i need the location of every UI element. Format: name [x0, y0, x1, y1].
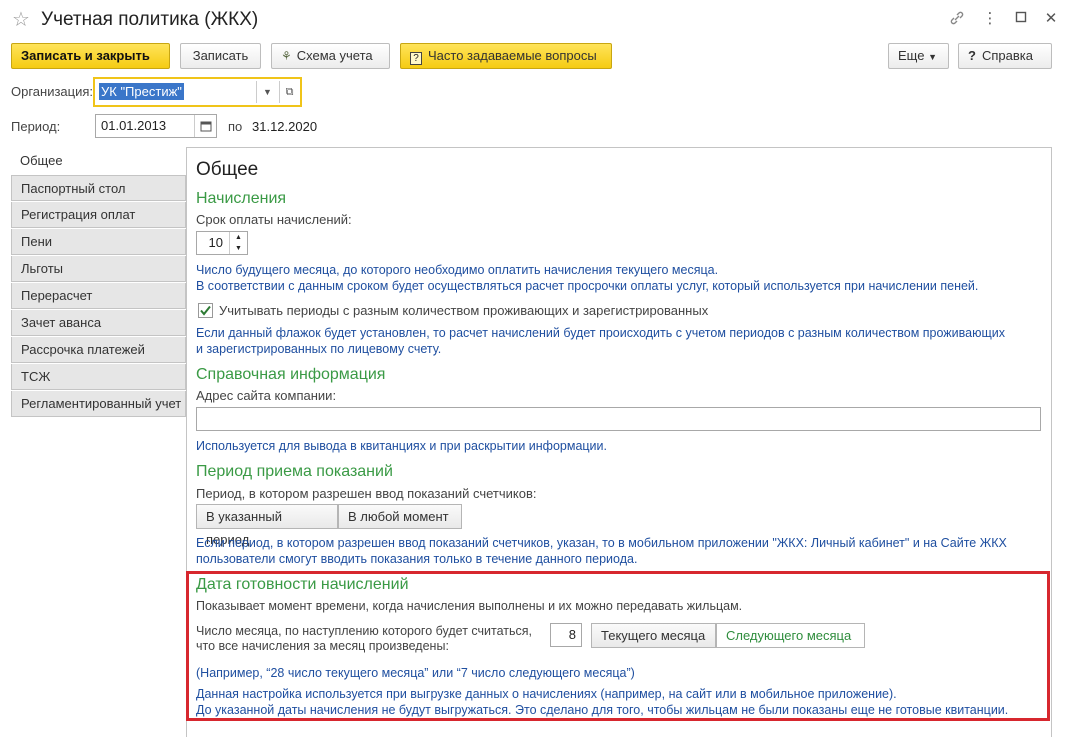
more-menu-button[interactable]: Еще ▼	[888, 43, 949, 69]
period-from-input[interactable]: 01.01.2013	[95, 114, 217, 138]
tab-general[interactable]: Общее	[11, 148, 186, 175]
day-label-1: Число месяца, по наступлению которого бу…	[196, 624, 532, 638]
charges-hint-1: Число будущего месяца, до которого необх…	[196, 263, 719, 277]
help-button[interactable]: ? Справка	[958, 43, 1052, 69]
page-title: Общее	[196, 159, 259, 180]
readings-hint-2: пользователи смогут вводить показания то…	[196, 552, 638, 566]
stepper-down-icon[interactable]: ▼	[229, 243, 247, 254]
ready-date-desc: Показывает момент времени, когда начисле…	[196, 599, 743, 613]
site-label: Адрес сайта компании:	[196, 388, 337, 403]
term-stepper[interactable]: 10 ▲ ▼	[196, 231, 248, 255]
more-icon[interactable]: ⋮	[981, 10, 999, 28]
org-select[interactable]: УК "Престиж" ▼ ⧉	[93, 77, 302, 107]
favorite-star-icon[interactable]: ☆	[12, 8, 30, 32]
open-icon[interactable]: ⧉	[279, 81, 299, 103]
section-charges-title: Начисления	[196, 190, 287, 207]
ready-date-hint-2: До указанной даты начисления не будут вы…	[196, 703, 1009, 717]
stepper-up-icon[interactable]: ▲	[229, 232, 247, 243]
section-readings-title: Период приема показаний	[196, 463, 393, 480]
section-ready-date-title: Дата готовности начислений	[196, 576, 409, 593]
checkbox-hint-1: Если данный флажок будет установлен, то …	[196, 326, 1005, 340]
chevron-down-icon[interactable]: ▼	[256, 81, 278, 103]
schema-icon: ⚘	[281, 49, 292, 63]
window-title: Учетная политика (ЖКХ)	[41, 9, 259, 30]
checkbox-hint-2: и зарегистрированных по лицевому счету.	[196, 342, 442, 356]
month-option-next[interactable]: Следующего месяца	[716, 623, 865, 648]
tab-recalculation[interactable]: Перерасчет	[11, 283, 186, 309]
month-option-current[interactable]: Текущего месяца	[591, 623, 716, 648]
close-icon[interactable]: ✕	[1042, 10, 1060, 28]
tab-benefits[interactable]: Льготы	[11, 256, 186, 282]
checkmark-icon	[200, 305, 211, 316]
period-to-label: по	[228, 119, 243, 134]
ready-day-input[interactable]: 8	[550, 623, 582, 647]
section-reference-title: Справочная информация	[196, 366, 386, 383]
tab-installments[interactable]: Рассрочка платежей	[11, 337, 186, 363]
period-to-value: 31.12.2020	[252, 119, 318, 134]
tab-passport[interactable]: Паспортный стол	[11, 175, 186, 201]
tab-payments-registration[interactable]: Регистрация оплат	[11, 202, 186, 228]
tab-regulated-accounting[interactable]: Регламентированный учет	[11, 391, 186, 417]
readings-option-period[interactable]: В указанный период	[196, 504, 338, 547]
readings-hint-1: Если период, в котором разрешен ввод пок…	[196, 536, 1007, 550]
site-input[interactable]	[196, 407, 1041, 431]
ready-date-example: (Например, “28 число текущего месяца” ил…	[196, 666, 635, 680]
residents-checkbox-label[interactable]: Учитывать периоды с разным количеством п…	[219, 303, 708, 318]
tab-advance-offset[interactable]: Зачет аванса	[11, 310, 186, 336]
day-label-2: что все начисления за месяц произведены:	[196, 639, 449, 653]
schema-button[interactable]: ⚘ Схема учета	[271, 43, 390, 69]
save-and-close-button[interactable]: Записать и закрыть	[11, 43, 170, 69]
calendar-icon[interactable]	[194, 115, 216, 137]
faq-button[interactable]: ? Часто задаваемые вопросы	[400, 43, 612, 69]
org-value: УК "Престиж"	[99, 83, 184, 100]
link-icon[interactable]	[948, 10, 966, 28]
readings-option-anytime[interactable]: В любой момент	[338, 504, 462, 529]
tab-hoa[interactable]: ТСЖ	[11, 364, 186, 390]
term-label: Срок оплаты начислений:	[196, 212, 352, 227]
org-label: Организация:	[11, 84, 94, 99]
help-question-icon: ?	[968, 48, 976, 63]
readings-label: Период, в котором разрешен ввод показани…	[196, 486, 537, 501]
ready-date-hint-1: Данная настройка используется при выгруз…	[196, 687, 897, 701]
save-button[interactable]: Записать	[180, 43, 261, 69]
residents-checkbox[interactable]	[198, 303, 213, 318]
charges-hint-2: В соответствии с данным сроком будет осу…	[196, 279, 979, 293]
period-label: Период:	[11, 119, 61, 134]
dropdown-arrow-icon: ▼	[928, 52, 937, 62]
reference-hint: Используется для вывода в квитанциях и п…	[196, 439, 607, 453]
tab-penalties[interactable]: Пени	[11, 229, 186, 255]
maximize-icon[interactable]	[1012, 10, 1030, 28]
question-icon: ?	[410, 52, 422, 65]
